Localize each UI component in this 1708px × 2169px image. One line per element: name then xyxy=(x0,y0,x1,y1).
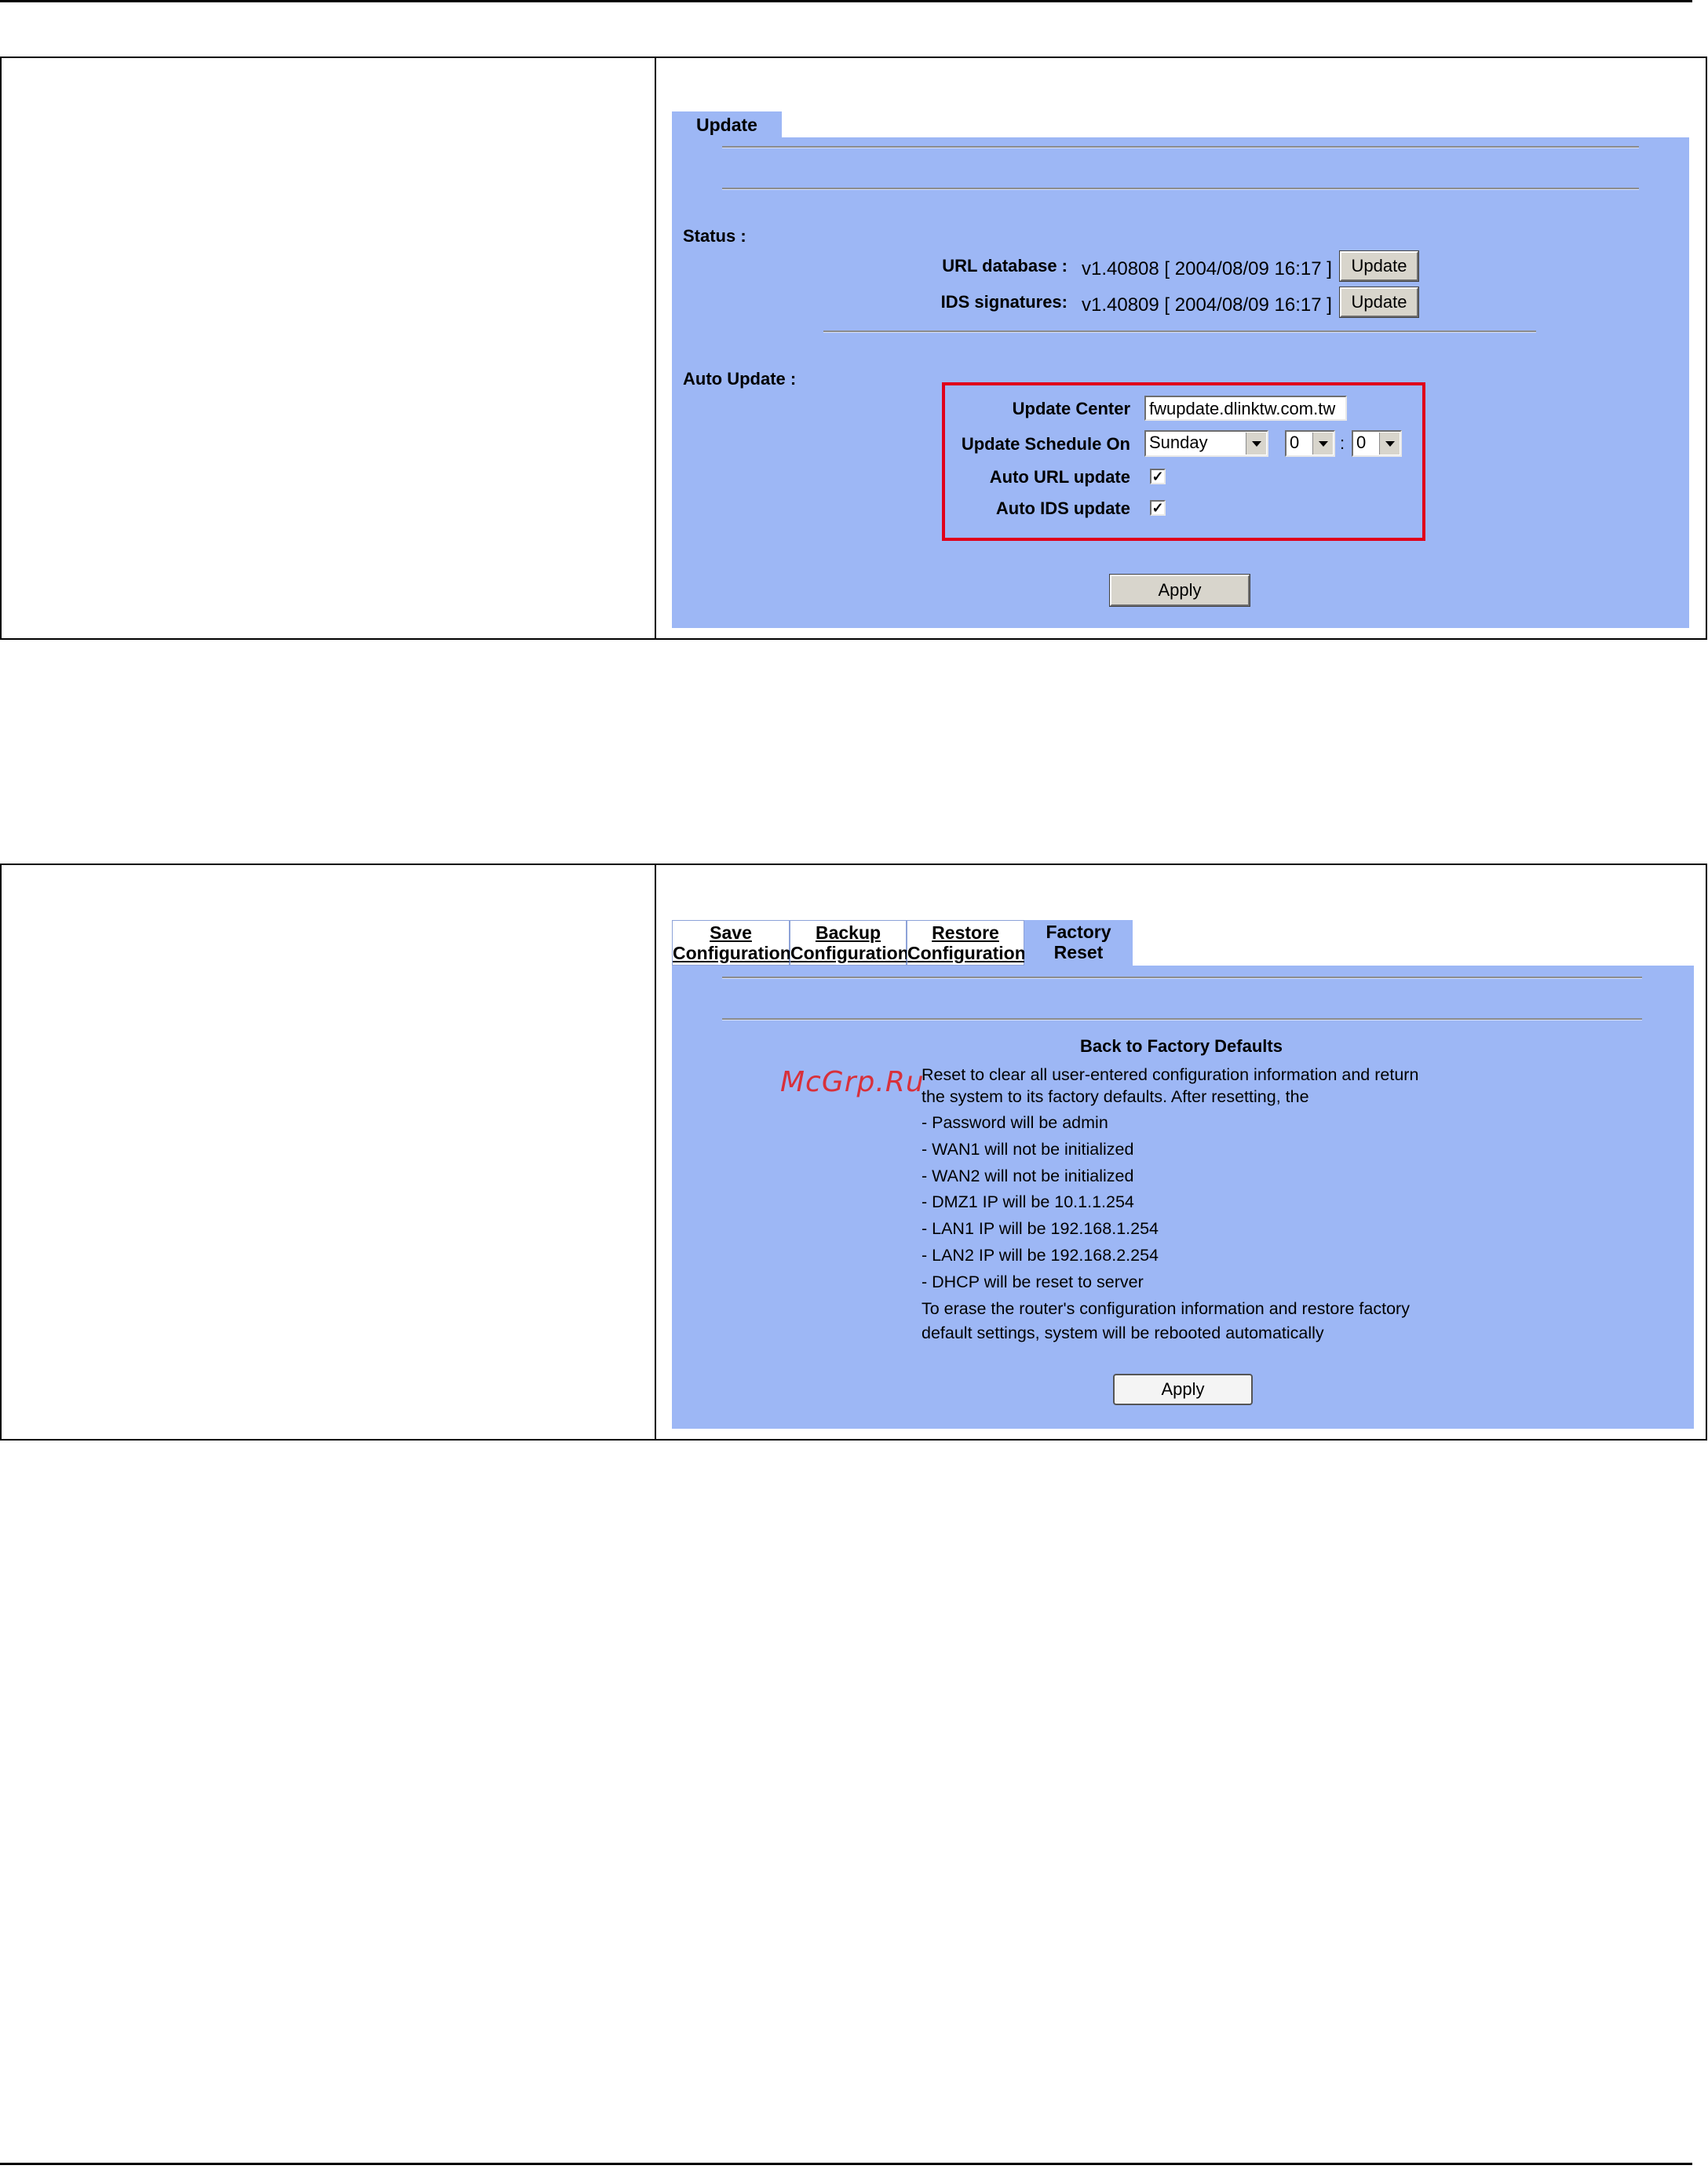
table-divider xyxy=(655,865,656,1439)
tab-restore-configuration[interactable]: Restore Configuration xyxy=(907,920,1026,966)
chevron-down-icon[interactable] xyxy=(1246,433,1266,455)
auto-ids-label: Auto IDS update xyxy=(995,498,1130,518)
watermark: McGrp.Ru xyxy=(780,1066,925,1098)
panel-separator xyxy=(722,188,1639,190)
panel-separator xyxy=(722,977,1642,979)
reset-note-line: To erase the router's configuration info… xyxy=(922,1299,1410,1318)
chevron-down-icon[interactable] xyxy=(1312,433,1333,455)
reset-item: - LAN2 IP will be 192.168.2.254 xyxy=(922,1246,1159,1265)
status-separator xyxy=(823,330,1536,333)
reset-item: - WAN2 will not be initialized xyxy=(922,1167,1134,1185)
reset-item: - DHCP will be reset to server xyxy=(922,1273,1144,1291)
tab-label: Factory xyxy=(1046,922,1111,942)
schedule-hour-select[interactable]: 0 xyxy=(1285,430,1335,457)
url-database-label: URL database : xyxy=(942,256,1068,276)
schedule-hour-value: 0 xyxy=(1290,433,1300,452)
url-database-version: v1.40808 [ 2004/08/09 16:17 ] xyxy=(1082,258,1332,279)
schedule-day-select[interactable]: Sunday xyxy=(1144,430,1268,457)
tab-label: Restore xyxy=(932,922,999,943)
reset-note-line: default settings, system will be reboote… xyxy=(922,1324,1324,1342)
factory-defaults-heading: Back to Factory Defaults xyxy=(1080,1036,1283,1056)
auto-ids-checkbox[interactable]: ✓ xyxy=(1150,500,1166,516)
reset-item: - Password will be admin xyxy=(922,1113,1108,1132)
tab-label: Reset xyxy=(1053,942,1104,962)
reset-item: - DMZ1 IP will be 10.1.1.254 xyxy=(922,1192,1134,1211)
reset-item: - LAN1 IP will be 192.168.1.254 xyxy=(922,1219,1159,1238)
tab-backup-configuration[interactable]: Backup Configuration xyxy=(790,920,909,966)
page-bottom-rule xyxy=(0,2163,1692,2165)
update-center-input[interactable]: fwupdate.dlinktw.com.tw xyxy=(1144,396,1347,421)
url-update-button[interactable]: Update xyxy=(1339,250,1419,282)
page-top-rule xyxy=(0,0,1692,2)
tab-label: Save xyxy=(710,922,752,943)
reset-description-line: Reset to clear all user-entered configur… xyxy=(922,1065,1419,1084)
chevron-down-icon[interactable] xyxy=(1379,433,1400,455)
auto-url-label: Auto URL update xyxy=(989,467,1130,487)
apply-button[interactable]: Apply xyxy=(1109,574,1250,607)
tab-save-configuration[interactable]: Save Configuration xyxy=(672,920,791,966)
panel-separator xyxy=(722,146,1639,148)
status-heading: Status : xyxy=(683,226,746,246)
table-divider xyxy=(655,58,656,638)
tab-label: Backup xyxy=(815,922,881,943)
tab-update[interactable]: Update xyxy=(672,111,782,138)
reset-item: - WAN1 will not be initialized xyxy=(922,1140,1134,1159)
schedule-minute-value: 0 xyxy=(1356,433,1367,452)
update-center-label: Update Center xyxy=(1012,399,1130,418)
ids-signatures-label: IDS signatures: xyxy=(940,292,1068,312)
tab-label: Configuration xyxy=(907,943,1026,963)
tab-label: Configuration xyxy=(790,943,909,963)
schedule-minute-select[interactable]: 0 xyxy=(1352,430,1402,457)
auto-url-checkbox[interactable]: ✓ xyxy=(1150,469,1166,484)
ids-update-button[interactable]: Update xyxy=(1339,287,1419,318)
factory-apply-button[interactable]: Apply xyxy=(1113,1374,1253,1405)
factory-reset-panel xyxy=(672,966,1694,1429)
schedule-day-value: Sunday xyxy=(1149,433,1208,452)
reset-description-line: the system to its factory defaults. Afte… xyxy=(922,1087,1309,1106)
panel-separator xyxy=(722,1018,1642,1021)
auto-update-heading: Auto Update : xyxy=(683,369,797,389)
time-separator: : xyxy=(1340,433,1345,453)
update-schedule-label: Update Schedule On xyxy=(961,434,1130,454)
tab-factory-reset[interactable]: Factory Reset xyxy=(1024,920,1133,966)
ids-signatures-version: v1.40809 [ 2004/08/09 16:17 ] xyxy=(1082,294,1332,316)
tab-label: Configuration xyxy=(673,943,791,963)
